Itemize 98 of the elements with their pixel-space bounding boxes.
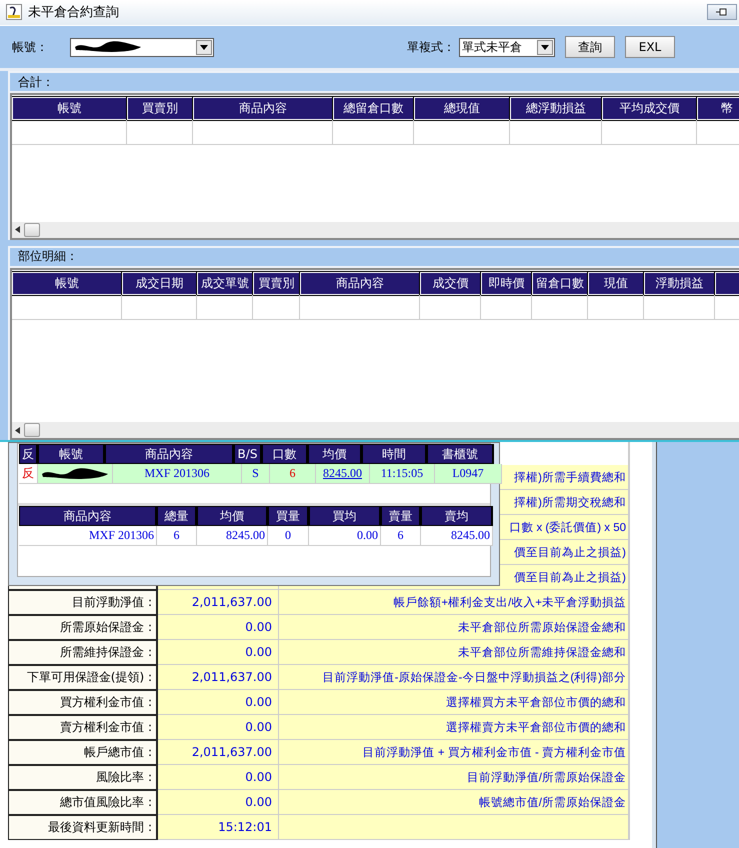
table-cell: 反 xyxy=(19,464,38,484)
formula-text: 未平倉部位所需原始保證金總和 xyxy=(279,615,628,640)
formula-text: 選擇權賣方未平倉部位市價的總和 xyxy=(279,715,628,740)
formula-text: 目前浮動淨值 + 買方權利金市值 - 賣方權利金市值 xyxy=(279,740,628,765)
scroll-left-icon xyxy=(15,426,20,434)
field-value: 0.00 xyxy=(158,690,279,715)
column-header[interactable]: 商品內容 xyxy=(300,272,420,295)
section-title: 部位明細： xyxy=(10,246,739,268)
scrollbar-thumb[interactable] xyxy=(24,222,40,237)
column-header[interactable]: 商品內容 xyxy=(105,444,234,464)
dropdown-caret-icon xyxy=(200,44,208,50)
column-header[interactable]: 幣 xyxy=(697,97,739,120)
column-header[interactable]: 商品內容 xyxy=(193,97,333,120)
type-label: 單複式： xyxy=(407,38,455,56)
field-label: 賣方權利金市值 : xyxy=(8,715,158,740)
table-cell: 6 xyxy=(270,464,316,484)
scroll-left-icon xyxy=(15,226,20,234)
dropdown-caret-icon xyxy=(541,44,549,50)
column-header[interactable]: 總量 xyxy=(157,506,197,526)
export-button[interactable]: EXL xyxy=(625,36,675,58)
price-link[interactable]: 8245.00 xyxy=(316,464,370,484)
field-value: 0.00 xyxy=(158,640,279,665)
column-header[interactable]: 賣量 xyxy=(381,506,421,526)
field-value: 15:12:01 xyxy=(158,815,279,840)
column-header[interactable]: 口數 xyxy=(262,444,308,464)
section-title: 合計： xyxy=(10,71,739,94)
formula-text: 未平倉部位所需維持保證金總和 xyxy=(279,640,628,665)
column-header[interactable]: 總現值 xyxy=(414,97,510,120)
column-header[interactable]: 時間 xyxy=(362,444,427,464)
table-cell: 11:15:05 xyxy=(370,464,435,484)
formula-text: 目前浮動淨值-原始保證金-今日盤中浮動損益之(利得)部分 xyxy=(279,665,628,690)
table-cell: 8245.00 xyxy=(197,526,268,546)
field-label: 帳戶總市值 : xyxy=(8,740,158,765)
formula-text: 選擇權買方未平倉部位市價的總和 xyxy=(279,690,628,715)
column-header[interactable]: 留倉口數 xyxy=(532,272,588,295)
column-header[interactable]: 即時價 xyxy=(481,272,532,295)
field-label: 所需維持保證金 : xyxy=(8,640,158,665)
field-label: 目前浮動淨值 : xyxy=(8,590,158,615)
column-header[interactable]: 帳號 xyxy=(12,272,122,295)
column-header[interactable]: 現值 xyxy=(588,272,644,295)
column-header[interactable]: 成交價 xyxy=(420,272,481,295)
restore-icon xyxy=(715,7,729,18)
account-label: 帳號： xyxy=(12,38,48,56)
query-button[interactable]: 查詢 xyxy=(565,36,615,58)
field-value: 2,011,637.00 xyxy=(158,590,279,615)
field-value: 2,011,637.00 xyxy=(158,740,279,765)
field-label: 下單可用保證金(提領) : xyxy=(8,665,158,690)
table-cell: 8245.00 xyxy=(421,526,493,546)
column-header[interactable]: 商品內容 xyxy=(19,506,157,526)
column-header[interactable]: 均價 xyxy=(197,506,268,526)
column-header[interactable]: 賣均 xyxy=(421,506,493,526)
table-cell: L0947 xyxy=(435,464,502,484)
field-value: 0.00 xyxy=(158,715,279,740)
field-label: 所需原始保證金 : xyxy=(8,615,158,640)
column-header[interactable]: 反 xyxy=(19,444,38,464)
field-label: 買方權利金市值 : xyxy=(8,690,158,715)
field-label: 最後資料更新時間 : xyxy=(8,815,158,840)
formula-text: 帳號總市值/所需原始保證金 xyxy=(279,790,628,815)
redaction-scribble xyxy=(73,40,143,54)
field-label: 風險比率 : xyxy=(8,765,158,790)
table-cell: 0.00 xyxy=(309,526,381,546)
scrollbar-thumb[interactable] xyxy=(24,423,40,437)
formula-text: 帳戶餘額+權利金支出/收入+未平倉浮動損益 xyxy=(279,590,628,615)
column-header[interactable]: 成交單號 xyxy=(197,272,253,295)
table-cell: 0 xyxy=(268,526,309,546)
column-header[interactable]: 買均 xyxy=(309,506,381,526)
column-header[interactable]: 買賣別 xyxy=(253,272,300,295)
column-header[interactable]: B/S xyxy=(234,444,262,464)
table-cell: MXF 201306 xyxy=(19,526,157,546)
column-header[interactable]: 帳號 xyxy=(38,444,105,464)
account-dropdown[interactable] xyxy=(70,38,214,57)
column-header[interactable]: 均價 xyxy=(308,444,362,464)
horizontal-scrollbar[interactable] xyxy=(12,222,739,238)
column-header[interactable]: 總留倉口數 xyxy=(333,97,414,120)
app-logo-icon xyxy=(6,4,22,20)
column-header[interactable]: 買量 xyxy=(268,506,309,526)
horizontal-scrollbar[interactable] xyxy=(12,422,739,438)
table-cell: 6 xyxy=(157,526,197,546)
field-label: 總市值風險比率 : xyxy=(8,790,158,815)
column-header[interactable]: 買賣別 xyxy=(127,97,193,120)
table-cell: 6 xyxy=(381,526,421,546)
field-value: 0.00 xyxy=(158,790,279,815)
column-header[interactable]: 帳號 xyxy=(12,97,127,120)
column-header[interactable]: 浮動損益 xyxy=(644,272,715,295)
table-cell: S xyxy=(242,464,270,484)
table-cell: MXF 201306 xyxy=(113,464,242,484)
column-header[interactable]: 書櫃號 xyxy=(427,444,494,464)
field-value: 2,011,637.00 xyxy=(158,665,279,690)
formula-text: 目前浮動淨值/所需原始保證金 xyxy=(279,765,628,790)
field-value: 0.00 xyxy=(158,765,279,790)
column-header[interactable]: 總浮動損益 xyxy=(510,97,602,120)
column-header[interactable]: 成交日期 xyxy=(122,272,197,295)
window-title: 未平倉合約查詢 xyxy=(28,4,120,22)
field-value: 0.00 xyxy=(158,615,279,640)
restore-button[interactable] xyxy=(707,4,737,20)
redaction-scribble xyxy=(40,466,110,480)
type-dropdown[interactable]: 單式未平倉 xyxy=(459,38,555,57)
column-header[interactable]: 平均成交價 xyxy=(602,97,697,120)
